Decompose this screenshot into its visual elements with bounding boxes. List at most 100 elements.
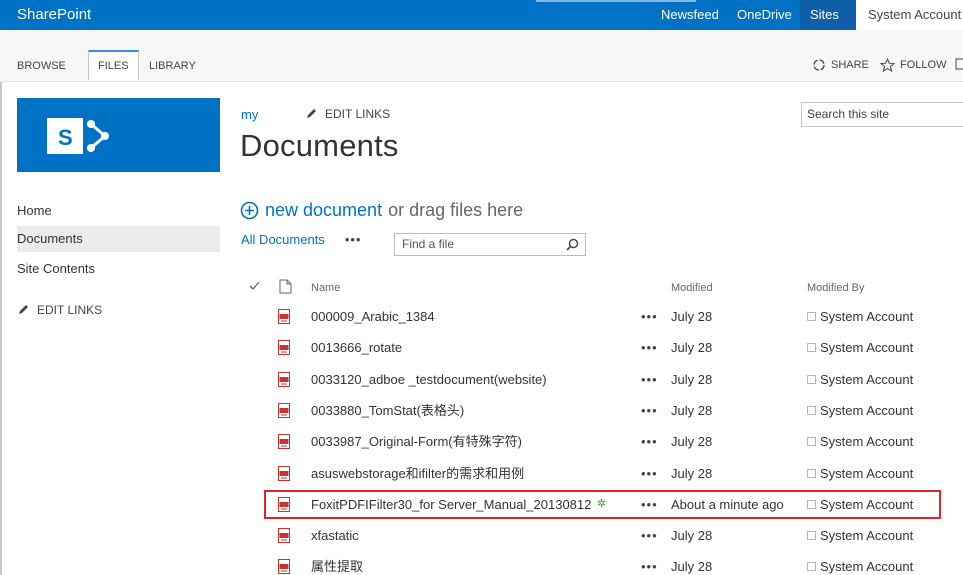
modified-by-name: System Account bbox=[820, 528, 914, 544]
table-row[interactable]: 000009_Arabic_1384 ••• July 28 System Accou… bbox=[240, 301, 963, 332]
search-site-input[interactable]: Search this site bbox=[801, 102, 963, 127]
presence-indicator bbox=[807, 374, 816, 384]
nav-item-documents[interactable]: Documents bbox=[17, 226, 220, 252]
row-menu-button[interactable]: ••• bbox=[641, 520, 658, 551]
table-row[interactable]: xfastatic ••• July 28 System Account bbox=[240, 520, 963, 551]
presence-indicator bbox=[807, 405, 816, 415]
suite-bar: SharePoint Newsfeed OneDrive Sites Syste… bbox=[0, 0, 963, 30]
pdf-icon bbox=[278, 340, 290, 356]
nav-item-site-contents[interactable]: Site Contents bbox=[17, 256, 220, 282]
share-icon bbox=[813, 59, 825, 71]
row-menu-button[interactable]: ••• bbox=[641, 301, 658, 332]
modified-by[interactable]: System Account bbox=[807, 301, 913, 332]
modified-by[interactable]: System Account bbox=[807, 520, 913, 551]
suite-link-newsfeed[interactable]: Newsfeed bbox=[661, 0, 719, 30]
table-row[interactable]: 0013666_rotate ••• July 28 System Account bbox=[240, 332, 963, 363]
file-name-link[interactable]: FoxitPDFIFilter30_for Server_Manual_2013… bbox=[311, 489, 591, 520]
pdf-icon bbox=[278, 528, 290, 544]
account-menu[interactable]: System Account bbox=[856, 0, 963, 30]
breadcrumb[interactable]: my bbox=[241, 107, 258, 122]
modified-date: July 28 bbox=[671, 309, 713, 324]
row-menu-button[interactable]: ••• bbox=[641, 458, 658, 489]
modified-by[interactable]: System Account bbox=[807, 332, 913, 363]
file-name-link[interactable]: xfastatic bbox=[311, 520, 359, 551]
row-menu-button[interactable]: ••• bbox=[641, 426, 658, 457]
select-all-checkmark[interactable] bbox=[249, 278, 260, 298]
view-more-button[interactable]: ••• bbox=[345, 232, 362, 247]
nav-edit-links[interactable]: EDIT LINKS bbox=[17, 297, 220, 323]
modified-by[interactable]: System Account bbox=[807, 489, 913, 520]
sharepoint-brand[interactable]: SharePoint bbox=[17, 0, 91, 30]
focus-icon[interactable] bbox=[955, 58, 963, 72]
pdf-icon bbox=[278, 496, 290, 512]
share-button[interactable]: SHARE bbox=[812, 58, 869, 72]
tab-files[interactable]: FILES bbox=[88, 50, 139, 80]
modified-date: July 28 bbox=[671, 528, 713, 544]
row-menu-button[interactable]: ••• bbox=[641, 395, 658, 426]
top-edit-links[interactable]: EDIT LINKS bbox=[305, 107, 390, 121]
file-name-link[interactable]: 0013666_rotate bbox=[311, 332, 402, 363]
file-name-link[interactable]: 0033880_TomStat(表格头) bbox=[311, 395, 464, 426]
nav-item-home[interactable]: Home bbox=[17, 198, 220, 224]
modified-by[interactable]: System Account bbox=[807, 551, 913, 575]
row-menu-button[interactable]: ••• bbox=[641, 551, 658, 575]
document-type-header bbox=[279, 279, 292, 299]
suite-link-sites[interactable]: Sites bbox=[810, 0, 839, 30]
row-menu-button[interactable]: ••• bbox=[641, 364, 658, 395]
row-menu-button[interactable]: ••• bbox=[641, 489, 658, 520]
star-icon bbox=[880, 58, 895, 72]
plus-circle-icon bbox=[240, 201, 259, 220]
checkmark-icon bbox=[249, 281, 260, 290]
table-row[interactable]: 0033120_adboe _testdocument(website) ••• J… bbox=[240, 364, 963, 395]
site-logo[interactable]: S bbox=[17, 98, 220, 172]
modified-date: July 28 bbox=[671, 434, 713, 450]
suite-link-onedrive[interactable]: OneDrive bbox=[737, 0, 792, 30]
pdf-icon bbox=[278, 434, 290, 450]
table-row[interactable]: asuswebstorage和ifilter的需求和用例 ••• July 28 Sy… bbox=[240, 458, 963, 489]
file-name-link[interactable]: asuswebstorage和ifilter的需求和用例 bbox=[311, 458, 524, 489]
file-name-link[interactable]: 0033987_Original-Form(有特殊字符) bbox=[311, 426, 522, 457]
table-row[interactable]: 属性提取 ••• July 28 System Account bbox=[240, 551, 963, 575]
find-file-input[interactable]: Find a file bbox=[394, 233, 586, 256]
new-document-area[interactable]: new document or drag files here bbox=[240, 200, 523, 221]
table-row[interactable]: 0033987_Original-Form(有特殊字符) ••• July 28 Sy… bbox=[240, 426, 963, 457]
pdf-icon bbox=[278, 371, 290, 387]
modified-by-name: System Account bbox=[820, 559, 914, 575]
modified-date: About a minute ago bbox=[671, 496, 784, 512]
row-menu-button[interactable]: ••• bbox=[641, 332, 658, 363]
presence-indicator bbox=[807, 531, 816, 541]
presence-indicator bbox=[807, 312, 816, 321]
presence-indicator bbox=[807, 468, 816, 478]
search-icon[interactable] bbox=[566, 238, 579, 251]
view-all-documents[interactable]: All Documents bbox=[241, 232, 325, 247]
modified-by[interactable]: System Account bbox=[807, 364, 913, 395]
tab-library[interactable]: LIBRARY bbox=[140, 52, 205, 82]
new-item-icon: ✲ bbox=[597, 497, 607, 510]
find-file-placeholder: Find a file bbox=[402, 237, 455, 251]
column-header-modified[interactable]: Modified bbox=[671, 278, 713, 298]
pdf-icon bbox=[278, 559, 290, 575]
tab-browse[interactable]: BROWSE bbox=[8, 52, 75, 82]
drag-files-hint: or drag files here bbox=[388, 200, 524, 220]
presence-indicator bbox=[807, 437, 816, 447]
table-row[interactable]: FoxitPDFIFilter30_for Server_Manual_2013… bbox=[240, 489, 963, 520]
modified-by-name: System Account bbox=[820, 309, 914, 324]
pdf-icon bbox=[278, 402, 290, 418]
follow-button[interactable]: FOLLOW bbox=[880, 58, 946, 72]
modified-date: July 28 bbox=[671, 402, 713, 418]
modified-by[interactable]: System Account bbox=[807, 458, 913, 489]
column-header-modified-by[interactable]: Modified By bbox=[807, 278, 864, 298]
modified-by[interactable]: System Account bbox=[807, 426, 913, 457]
presence-indicator bbox=[807, 499, 816, 509]
modified-by-name: System Account bbox=[820, 465, 914, 481]
new-document-link[interactable]: new document bbox=[265, 200, 382, 221]
svg-text:S: S bbox=[58, 125, 73, 150]
left-edge bbox=[0, 82, 2, 575]
modified-by[interactable]: System Account bbox=[807, 395, 913, 426]
file-name-link[interactable]: 0033120_adboe _testdocument(website) bbox=[311, 364, 547, 395]
presence-indicator bbox=[807, 562, 816, 572]
column-header-name[interactable]: Name bbox=[311, 278, 340, 298]
file-name-link[interactable]: 000009_Arabic_1384 bbox=[311, 301, 435, 332]
file-name-link[interactable]: 属性提取 bbox=[311, 551, 363, 575]
table-row[interactable]: 0033880_TomStat(表格头) ••• July 28 System Acc… bbox=[240, 395, 963, 426]
